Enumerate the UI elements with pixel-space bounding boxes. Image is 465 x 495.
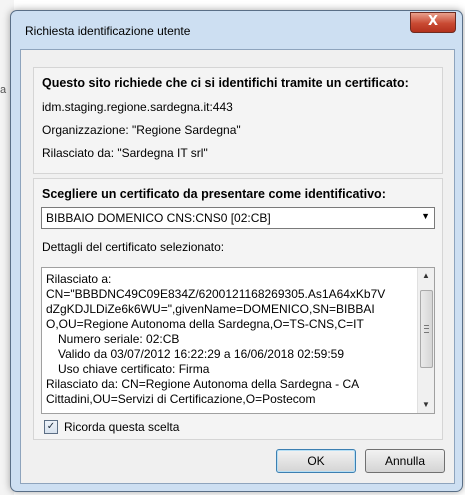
certificate-dialog: Richiesta identificazione utente X Quest… [10, 10, 463, 492]
background-text: a [0, 84, 7, 96]
request-info-group: Questo sito richiede che ci si identific… [33, 67, 443, 174]
grip-icon [424, 325, 429, 333]
details-scrollbar[interactable]: ▲ ▼ [417, 268, 434, 413]
details-line: CN="BBBDNC49C09E834Z/6200121168269305.As… [46, 287, 386, 301]
choose-certificate-heading: Scegliere un certificato da presentare c… [42, 187, 386, 201]
site-host: idm.staging.regione.sardegna.it:443 [42, 100, 233, 114]
remember-choice-checkbox[interactable]: ✓ [44, 420, 58, 434]
scrollbar-thumb[interactable] [420, 290, 433, 368]
arrow-up-icon[interactable]: ▲ [418, 268, 434, 284]
details-line: Valido da 03/07/2012 16:22:29 a 16/06/20… [58, 347, 345, 361]
details-line: Numero seriale: 02:CB [58, 332, 180, 346]
dialog-title: Richiesta identificazione utente [25, 24, 191, 38]
chevron-down-icon[interactable]: ▼ [421, 211, 430, 221]
dialog-body: Questo sito richiede che ci si identific… [20, 49, 455, 484]
certificate-select-value: BIBBAIO DOMENICO CNS:CNS0 [02:CB] [46, 211, 271, 225]
close-button[interactable]: X [410, 12, 456, 33]
details-label: Dettagli del certificato selezionato: [42, 240, 225, 254]
details-line: Uso chiave certificato: Firma [58, 362, 210, 376]
close-icon: X [427, 14, 439, 29]
arrow-down-icon[interactable]: ▼ [418, 397, 434, 413]
cancel-button[interactable]: Annulla [365, 449, 445, 473]
ok-button[interactable]: OK [276, 449, 356, 473]
certificate-group: Scegliere un certificato da presentare c… [33, 178, 443, 440]
certificate-details-box[interactable]: Rilasciato a: CN="BBBDNC49C09E834Z/62001… [41, 267, 435, 414]
remember-choice-label[interactable]: Ricorda questa scelta [64, 420, 179, 434]
title-bar[interactable]: Richiesta identificazione utente X [11, 11, 462, 49]
organization-text: Organizzazione: "Regione Sardegna" [42, 123, 241, 137]
check-icon: ✓ [46, 421, 56, 432]
certificate-details-text: Rilasciato a: CN="BBBDNC49C09E834Z/62001… [46, 272, 418, 407]
request-heading: Questo sito richiede che ci si identific… [42, 76, 409, 90]
details-line: O,OU=Regione Autonoma della Sardegna,O=T… [46, 317, 364, 331]
details-line: Rilasciato a: [46, 272, 112, 286]
issuer-text: Rilasciato da: "Sardegna IT srl" [42, 146, 208, 160]
details-line: Cittadini,OU=Servizi di Certificazione,O… [46, 392, 316, 406]
details-line: dZgKDJLDiZe6k6WU=",givenName=DOMENICO,SN… [46, 302, 375, 316]
details-line: Rilasciato da: CN=Regione Autonoma della… [46, 377, 360, 391]
certificate-select[interactable]: BIBBAIO DOMENICO CNS:CNS0 [02:CB] ▼ [41, 207, 435, 229]
